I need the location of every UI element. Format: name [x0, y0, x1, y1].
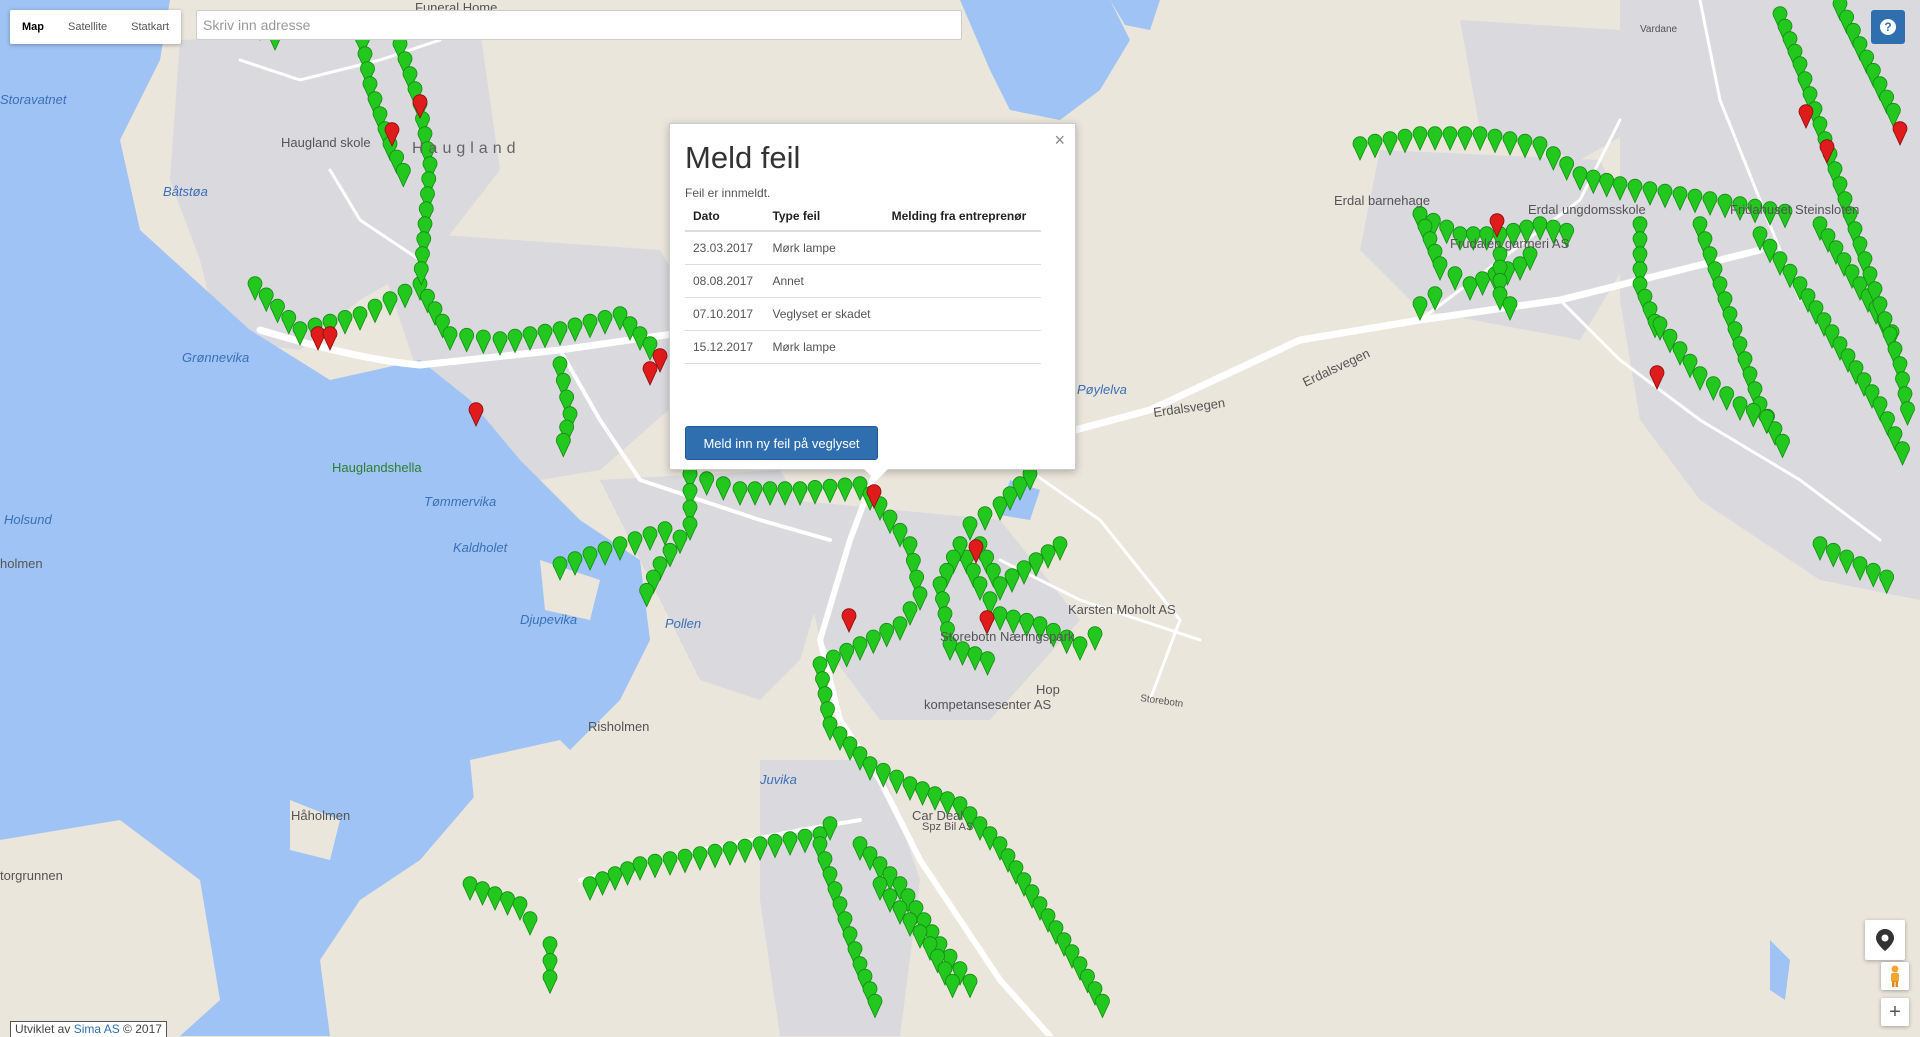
address-search-input[interactable] — [196, 10, 962, 40]
label-hop: Hop — [1036, 682, 1060, 697]
credit-link[interactable]: Sima AS — [74, 1022, 120, 1036]
map-type-satellite[interactable]: Satellite — [56, 10, 119, 44]
table-row: 15.12.2017 Mørk lampe — [685, 330, 1041, 364]
map-type-statkart[interactable]: Statkart — [119, 10, 181, 44]
fault-table: Dato Type feil Melding fra entreprenør 2… — [685, 202, 1041, 364]
cell-type: Veglyset er skadet — [764, 297, 884, 331]
street-view-pegman[interactable] — [1881, 962, 1909, 990]
cell-message — [883, 297, 1041, 331]
cell-message — [883, 330, 1041, 364]
cell-date: 08.08.2017 — [685, 264, 765, 298]
label-frudalen-gartneri: Frudalen gartneri AS — [1450, 236, 1570, 251]
location-pin-icon — [1876, 929, 1894, 951]
credit-suffix: © 2017 — [119, 1022, 162, 1036]
cell-message — [883, 231, 1041, 265]
cell-date: 23.03.2017 — [685, 231, 765, 265]
map-type-map[interactable]: Map — [10, 10, 56, 44]
label-erdal-ungdomsskole: Erdal ungdomsskole — [1528, 202, 1646, 217]
close-icon[interactable]: × — [1054, 130, 1065, 151]
col-melding: Melding fra entreprenør — [883, 202, 1041, 232]
table-row: 07.10.2017 Veglyset er skadet — [685, 297, 1041, 331]
plus-icon: + — [1889, 1000, 1901, 1023]
report-new-fault-button[interactable]: Meld inn ny feil på veglyset — [685, 426, 878, 460]
label-kaldholet: Kaldholet — [453, 540, 508, 555]
cell-type: Mørk lampe — [764, 231, 884, 265]
label-pollen: Pollen — [665, 616, 702, 631]
question-icon: ? — [1880, 19, 1896, 35]
credit-prefix: Utviklet av — [15, 1022, 74, 1036]
label-torgrunnen: torgrunnen — [0, 868, 63, 883]
label-hauglandshella: Hauglandshella — [332, 460, 422, 475]
map-type-control: Map Satellite Statkart — [10, 10, 182, 44]
cell-type: Mørk lampe — [764, 330, 884, 364]
label-djupevika: Djupevika — [520, 612, 578, 627]
label-holmen: holmen — [0, 556, 43, 571]
table-row: 23.03.2017 Mørk lampe — [685, 231, 1041, 265]
fault-status: Feil er innmeldt. — [685, 186, 771, 200]
label-vardane: Vardane — [1640, 24, 1678, 35]
label-erdal-barnehage: Erdal barnehage — [1334, 193, 1431, 208]
table-header-row: Dato Type feil Melding fra entreprenør — [685, 202, 1041, 232]
label-poylelva: Pøylelva — [1077, 382, 1127, 397]
label-batstoa: Båtstøa — [163, 184, 208, 199]
cell-type: Annet — [764, 264, 884, 298]
label-fridahuset: Fridahuset Steinsloten — [1730, 202, 1860, 217]
col-dato: Dato — [685, 202, 765, 232]
report-fault-popup: × Meld feil Feil er innmeldt. Dato Type … — [669, 123, 1076, 481]
label-storebotn-naeringspark: Storebotn Næringspark — [940, 629, 1075, 644]
label-holsund: Holsund — [4, 512, 52, 527]
table-row: 08.08.2017 Annet — [685, 264, 1041, 298]
popup-title: Meld feil — [685, 140, 801, 175]
label-karsten-moholt: Karsten Moholt AS — [1068, 602, 1176, 617]
my-location-button[interactable] — [1865, 920, 1905, 960]
label-kompetansesenter: kompetansesenter AS — [924, 697, 1052, 712]
pegman-icon — [1891, 965, 1899, 987]
zoom-in-button[interactable]: + — [1881, 998, 1909, 1026]
cell-date: 15.12.2017 — [685, 330, 765, 364]
credit-footer: Utviklet av Sima AS © 2017 — [10, 1021, 167, 1037]
label-tommervika: Tømmervika — [424, 494, 497, 509]
col-type-feil: Type feil — [764, 202, 884, 232]
cell-date: 07.10.2017 — [685, 297, 765, 331]
label-storavatnet: Storavatnet — [0, 92, 67, 107]
label-haugland-skole: Haugland skole — [281, 135, 371, 150]
label-haholmen: Håholmen — [291, 808, 351, 823]
cell-message — [883, 264, 1041, 298]
label-juvika: Juvika — [760, 772, 797, 787]
label-haugland: Haugland — [412, 140, 521, 157]
label-risholmen: Risholmen — [588, 719, 650, 734]
label-gronnevika: Grønnevika — [182, 350, 250, 365]
label-spz-bil: Spz Bil AS — [922, 821, 974, 833]
help-button[interactable]: ? — [1871, 10, 1905, 44]
